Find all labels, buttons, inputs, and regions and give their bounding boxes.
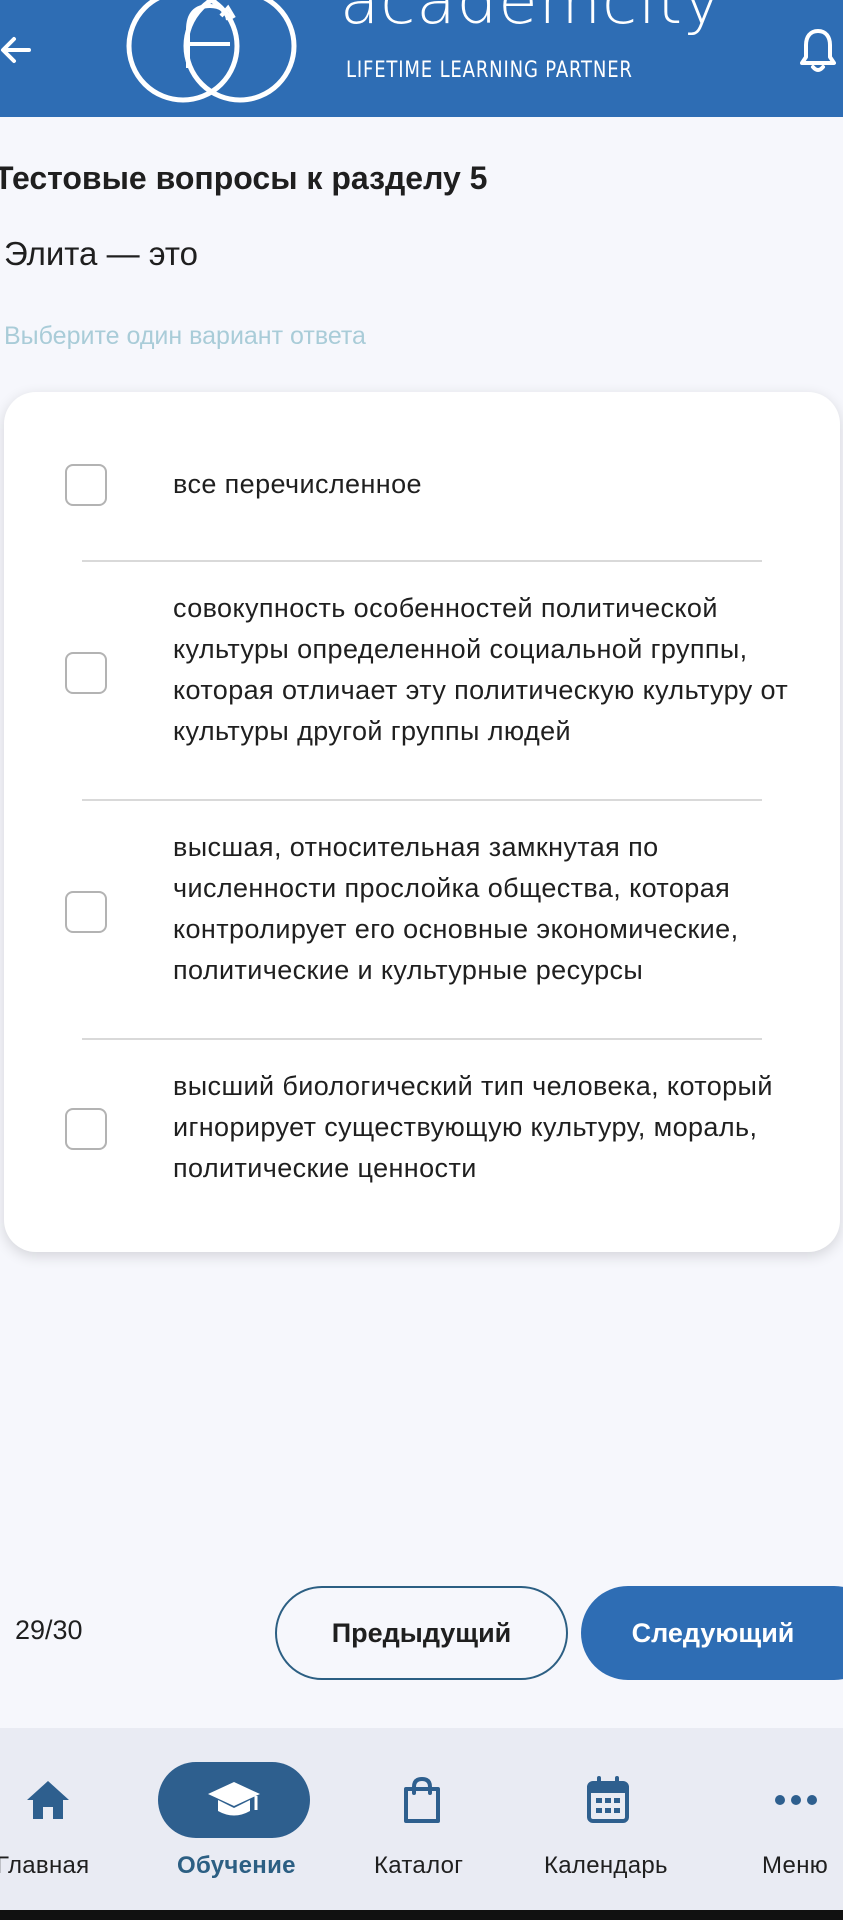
brand-tagline: LIFETIME LEARNING PARTNER [346,58,633,83]
home-icon [27,1781,69,1819]
next-button[interactable]: Следующий [581,1586,843,1680]
option-checkbox[interactable] [65,1108,107,1150]
answer-options-card: все перечисленное совокупность особеннос… [4,392,840,1252]
question-text: Элита — это [4,235,198,272]
nav-item-catalog[interactable]: Каталог [370,1728,474,1910]
system-home-bar [0,1910,843,1920]
arrow-left-icon [1,37,31,63]
logo-icon [126,0,297,103]
option-checkbox[interactable] [65,652,107,694]
option-label: совокупность особенностей политической к… [173,593,789,746]
bell-icon [800,29,836,72]
calendar-icon [587,1776,629,1823]
notifications-button[interactable] [800,22,843,78]
section-title: Тестовые вопросы к разделу 5 [0,160,488,196]
back-button[interactable] [0,22,36,78]
option-label: высший биологический тип человека, котор… [173,1071,773,1183]
question-counter: 29/30 [15,1615,83,1645]
answer-option-1[interactable]: все перечисленное [4,392,840,560]
quiz-screen: academcity LIFETIME LEARNING PARTNER Тес… [0,0,843,1920]
option-checkbox[interactable] [65,464,107,506]
nav-label: Каталог [374,1852,464,1879]
nav-label: Меню [762,1852,829,1879]
nav-label: Главная [0,1852,90,1879]
bottom-navigation: Главная Обучение Каталог Календарь Меню [0,1728,843,1910]
nav-item-home[interactable]: Главная [0,1728,96,1910]
nav-item-menu[interactable]: Меню [758,1728,843,1910]
option-checkbox[interactable] [65,891,107,933]
nav-item-learning[interactable]: Обучение [156,1728,312,1910]
answer-hint: Выберите один вариант ответа [4,322,366,350]
graduation-cap-icon [208,1782,260,1816]
previous-button[interactable]: Предыдущий [275,1586,568,1680]
option-label: высшая, относительная замкнутая по числе… [173,832,739,985]
nav-label: Обучение [177,1852,296,1879]
answer-option-4[interactable]: высший биологический тип человека, котор… [4,1040,840,1252]
app-header: academcity LIFETIME LEARNING PARTNER [0,0,843,117]
option-label: все перечисленное [173,469,422,499]
shopping-bag-icon [404,1777,440,1823]
nav-label: Календарь [544,1852,668,1879]
nav-item-calendar[interactable]: Календарь [540,1728,676,1910]
answer-option-3[interactable]: высшая, относительная замкнутая по числе… [4,801,840,1039]
answer-option-2[interactable]: совокупность особенностей политической к… [4,562,840,800]
more-dots-icon [775,1795,817,1805]
brand-name: academcity [340,0,722,39]
